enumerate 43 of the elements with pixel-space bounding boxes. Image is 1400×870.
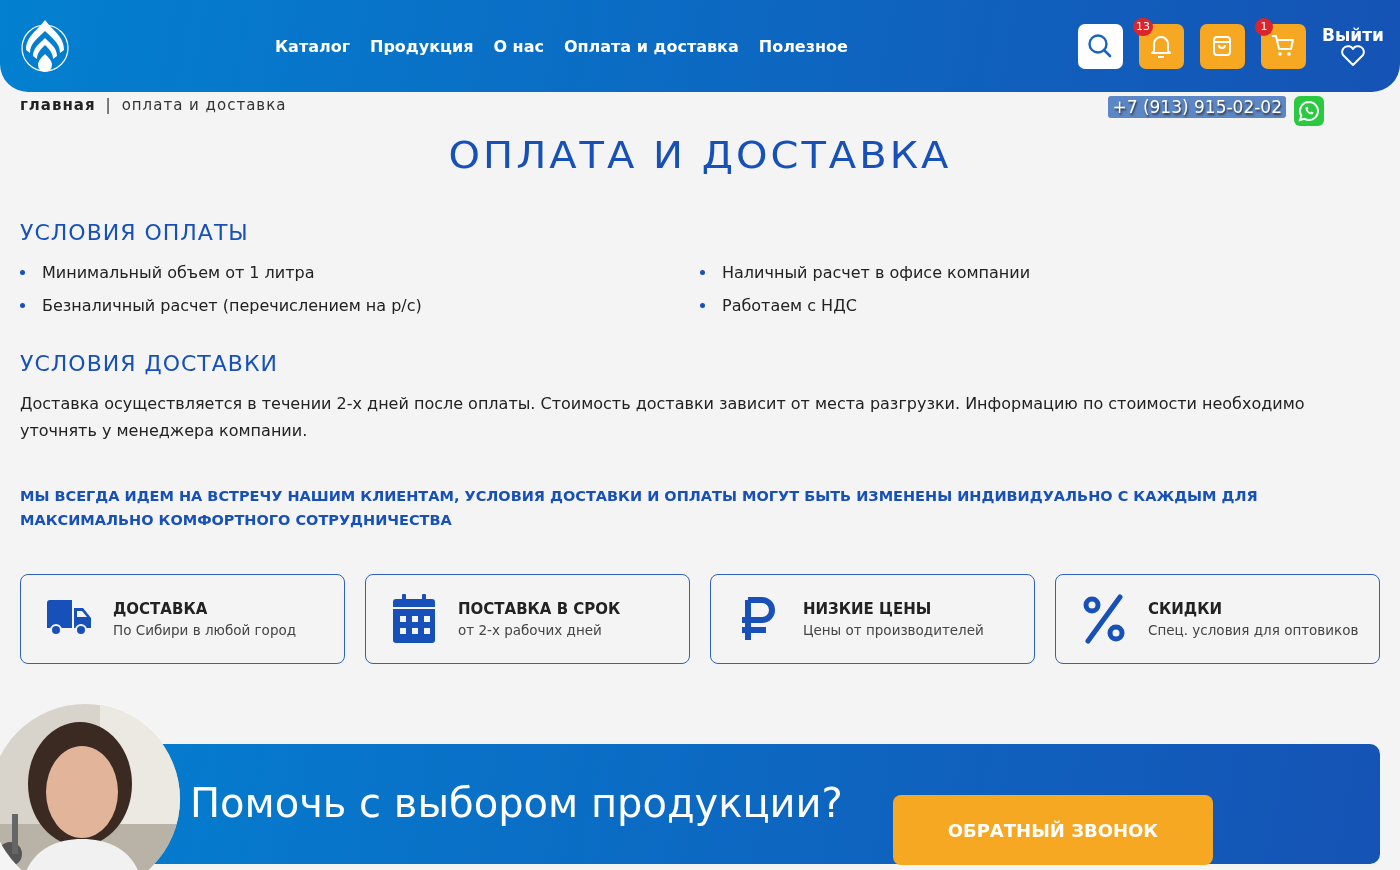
breadcrumb-link[interactable]: оплата и доставка	[121, 96, 287, 114]
feature-title: ПОСТАВКА В СРОК	[458, 600, 621, 618]
count-badge: 13	[1133, 17, 1153, 36]
bullet-icon	[700, 303, 705, 308]
feature-title: ДОСТАВКА	[113, 600, 209, 618]
list-item: Работаем с НДС	[722, 296, 857, 315]
breadcrumb-separator: |	[105, 96, 112, 114]
phone-link[interactable]: +7 (913) 915-02-02	[1108, 96, 1286, 118]
feature-title: СКИДКИ	[1148, 600, 1223, 618]
cart-icon	[1270, 33, 1297, 59]
nav-link[interactable]: Оплата и доставка	[563, 36, 739, 56]
bag-button[interactable]	[1200, 23, 1245, 69]
feature-text: Цены от производителей	[803, 622, 984, 638]
list-item: Наличный расчет в офисе компании	[722, 263, 1031, 282]
feature-text: По Сибири в любой город	[113, 622, 297, 638]
cart-button[interactable]	[1261, 23, 1306, 69]
search-button[interactable]	[1078, 23, 1123, 69]
breadcrumb-link[interactable]: главная	[20, 96, 96, 114]
section-heading: УСЛОВИЯ ОПЛАТЫ	[20, 220, 250, 245]
bullet-icon	[20, 303, 25, 308]
list-item: Безналичный расчет (перечислением на р/с)	[42, 296, 422, 315]
nav-link[interactable]: Продукция	[370, 36, 474, 56]
section-heading: УСЛОВИЯ ДОСТАВКИ	[20, 351, 279, 376]
feature-text: Спец. условия для оптовиков	[1148, 622, 1359, 638]
delivery-text: Доставка осуществляется в течении 2-х дней после оплаты. Стоимость доставки зависит от места разгрузки. Информацию по стоимости необходимо уточнять у менеджера компании.	[20, 393, 1306, 442]
nav-link[interactable]: О нас	[493, 36, 544, 56]
list-item: Минимальный объем от 1 литра	[42, 263, 315, 282]
percent-icon	[1082, 594, 1126, 644]
page-title: ОПЛАТА И ДОСТАВКА	[447, 133, 953, 177]
heart-icon[interactable]	[1340, 45, 1366, 67]
bullet-icon	[700, 270, 705, 275]
search-icon	[1087, 33, 1114, 59]
notice-text: МЫ ВСЕГДА ИДЕМ НА ВСТРЕЧУ НАШИМ КЛИЕНТАМ, УСЛОВИЯ ДОСТАВКИ И ОПЛАТЫ МОГУТ БЫТЬ ИЗМЕНЕНЫ ИНДИВИДУАЛЬНО С КАЖДЫМ ДЛЯ МАКСИМАЛЬНО КОМФОРТНОГО СОТРУДНИЧЕСТВА	[20, 487, 1259, 530]
bell-button[interactable]	[1139, 23, 1184, 69]
count-badge: 1	[1255, 17, 1273, 36]
nav-link[interactable]: Каталог	[275, 36, 350, 56]
feature-text: от 2-х рабочих дней	[458, 622, 603, 638]
calendar-icon	[392, 594, 436, 644]
nav-link[interactable]: Полезное	[758, 36, 848, 56]
banner-heading: Помочь с выбором продукции?	[190, 780, 843, 826]
bullet-icon	[20, 270, 25, 275]
logout-link[interactable]: Выйти	[1322, 25, 1384, 45]
feature-title: НИЗКИЕ ЦЕНЫ	[803, 600, 933, 618]
